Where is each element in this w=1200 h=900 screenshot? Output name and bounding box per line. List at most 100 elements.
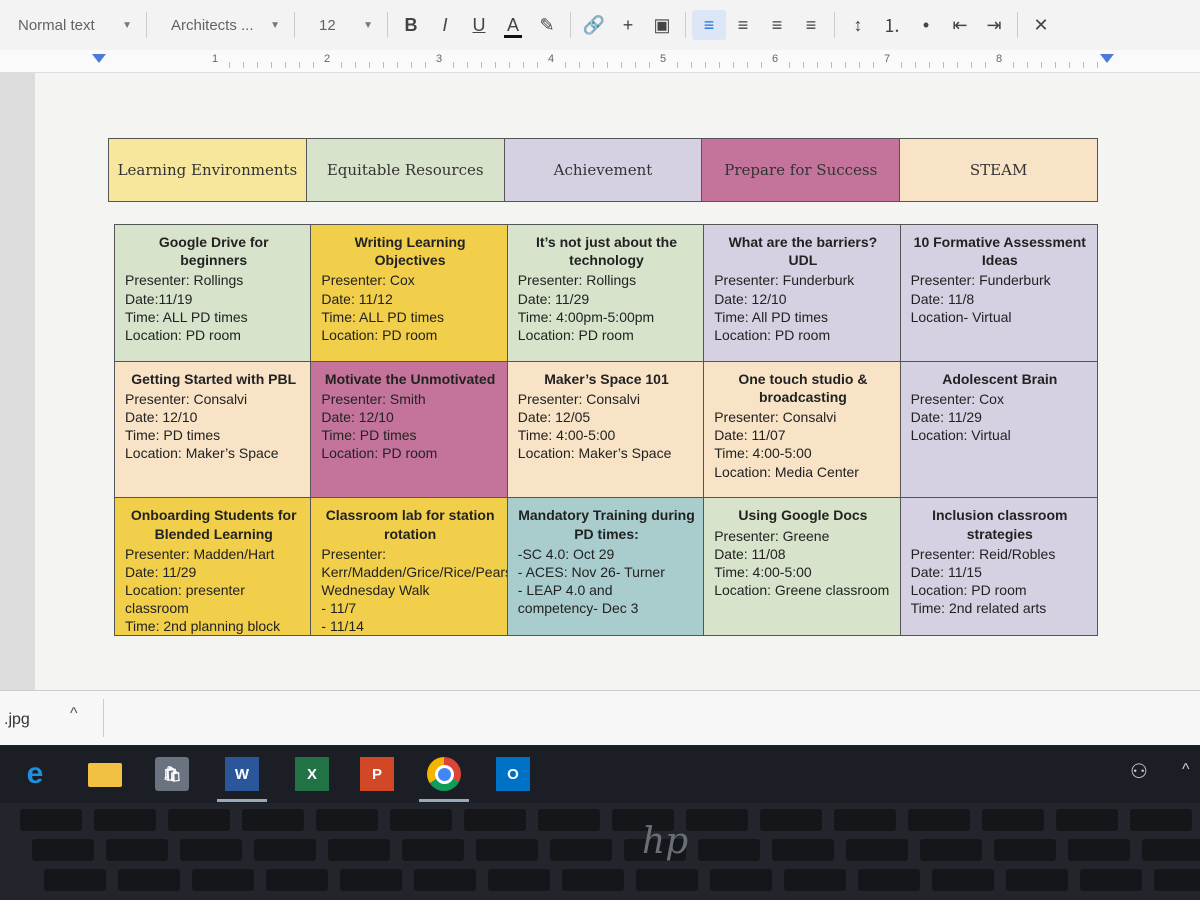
session-detail: Date: 11/29 [125,563,197,580]
edge-icon[interactable]: e [18,757,52,791]
session-detail: Location: Media Center [714,463,859,480]
align-left-button[interactable]: ≡ [692,10,726,40]
download-file-name[interactable]: .jpg [4,711,30,729]
ruler-tick [397,62,398,68]
keyboard-key [710,869,772,891]
chrome-icon[interactable] [427,757,461,791]
keyboard-key [994,839,1056,861]
bold-button[interactable]: B [394,10,428,40]
increase-indent-button[interactable]: ⇥ [977,10,1011,40]
session-cell[interactable]: What are the barriers? UDL Presenter: Fun… [704,225,901,362]
keyboard-key [414,869,476,891]
keyboard-key [920,839,982,861]
session-detail: Presenter: Funderburk [714,272,855,289]
ruler-tick [299,62,300,68]
link-button[interactable]: 🔗 [577,10,611,40]
comment-button[interactable]: + [611,10,645,40]
category-header-cell[interactable]: Equitable Resources [306,139,505,201]
running-indicator [419,799,469,802]
ruler-tick [271,62,272,68]
powerpoint-icon[interactable]: P [360,757,394,791]
word-icon[interactable]: W [225,757,259,791]
ruler-tick [691,62,692,68]
session-cell[interactable]: Onboarding Students for Blended Learning… [115,498,312,635]
keyboard-key [20,809,82,831]
session-cell[interactable]: Getting Started with PBL Presenter: Consa… [115,361,312,499]
justify-button[interactable]: ≡ [794,10,828,40]
session-cell[interactable]: Classroom lab for station rotation Presen… [311,498,508,635]
keyboard-key [476,839,538,861]
keyboard-key [488,869,550,891]
keyboard-key [402,839,464,861]
paragraph-style-select[interactable]: Normal text ▼ [0,10,140,40]
session-detail: Time: ALL PD times [125,308,248,325]
session-cell[interactable]: Writing Learning Objectives Presenter: Co… [311,225,508,362]
outlook-icon[interactable]: O [496,757,530,791]
ruler-tick [831,62,832,68]
store-icon[interactable]: 🛍 [155,757,189,791]
left-indent-marker[interactable] [92,54,106,63]
ruler[interactable]: 1 2 3 4 5 6 7 8 [0,50,1200,73]
ruler-tick [425,62,426,68]
clear-formatting-button[interactable]: ✕ [1024,10,1058,40]
font-size-value: 12 [319,16,336,34]
session-detail: Time: All PD times [714,308,829,325]
highlight-button[interactable]: ✎ [530,10,564,40]
session-cell[interactable]: Using Google Docs Presenter: Greene Date: … [704,498,901,635]
session-cell[interactable]: Maker’s Space 101 Presenter: Consalvi Date… [507,361,705,499]
file-explorer-icon[interactable] [88,763,122,787]
category-header-cell[interactable]: Achievement [504,139,703,201]
session-cell[interactable]: Adolescent Brain Presenter: Cox Date: 11/2… [900,361,1097,499]
session-title: What are the barriers? UDL [728,234,878,269]
ruler-tick [803,62,804,68]
session-cell[interactable]: One touch studio & broadcasting Presenter… [704,361,901,499]
people-icon[interactable]: ⚇ [1130,759,1148,784]
session-detail: Presenter: Cox [321,272,415,289]
font-family-select[interactable]: Architects ... ▼ [153,10,288,40]
font-size-select[interactable]: 12 ▼ [301,10,381,40]
category-header-cell[interactable]: Learning Environments [109,139,307,201]
bulleted-list-button[interactable]: • [909,10,943,40]
text-color-button[interactable]: A [496,10,530,40]
italic-button[interactable]: I [428,10,462,40]
excel-icon[interactable]: X [295,757,329,791]
ruler-tick [579,62,580,68]
category-header-cell[interactable]: Prepare for Success [702,139,901,201]
highlight-icon: ✎ [539,14,555,35]
line-spacing-button[interactable]: ↕ [841,10,875,40]
right-indent-marker[interactable] [1100,54,1114,63]
numbered-list-button[interactable]: ⒈ [875,10,909,40]
session-title: Motivate the Unmotivated [324,370,496,387]
ruler-tick [481,62,482,68]
image-button[interactable]: ▣ [645,10,679,40]
toolbar-divider [570,12,571,38]
session-detail: Time: ALL PD times [321,308,445,325]
ruler-tick [453,62,454,68]
session-detail: - ACES: Nov 26- Turner [517,563,665,580]
underline-button[interactable]: U [462,10,496,40]
session-cell[interactable]: It’s not just about the technology Presen… [507,225,705,362]
session-detail: -SC 4.0: Oct 29 [517,545,615,562]
align-right-button[interactable]: ≡ [760,10,794,40]
align-center-button[interactable]: ≡ [726,10,760,40]
session-cell[interactable]: Mandatory Training during PD times: -SC 4… [507,498,705,635]
category-header-table: Learning Environments Equitable Resources… [108,138,1098,202]
session-cell[interactable]: 10 Formative Assessment Ideas Presenter: … [900,225,1097,362]
ruler-tick [1069,62,1070,68]
session-detail: Date: 12/10 [125,409,198,426]
ruler-tick [901,62,902,68]
session-detail: Location: Maker’s Space [125,445,279,462]
chevron-up-icon[interactable]: ^ [1182,761,1190,779]
chevron-up-icon[interactable]: ^ [70,705,78,723]
session-cell[interactable]: Google Drive for beginners Presenter: Rol… [115,225,312,362]
decrease-indent-button[interactable]: ⇤ [943,10,977,40]
category-header-cell[interactable]: STEAM [900,139,1097,201]
keyboard-key [538,809,600,831]
ruler-tick [649,62,650,68]
session-cell[interactable]: Motivate the Unmotivated Presenter: Smith… [311,361,508,499]
keyboard-key [1142,839,1200,861]
session-cell[interactable]: Inclusion classroom strategies Presenter:… [900,498,1097,635]
bold-icon: B [404,14,418,35]
session-detail: Date: 11/15 [910,563,982,580]
keyboard-key [698,839,760,861]
